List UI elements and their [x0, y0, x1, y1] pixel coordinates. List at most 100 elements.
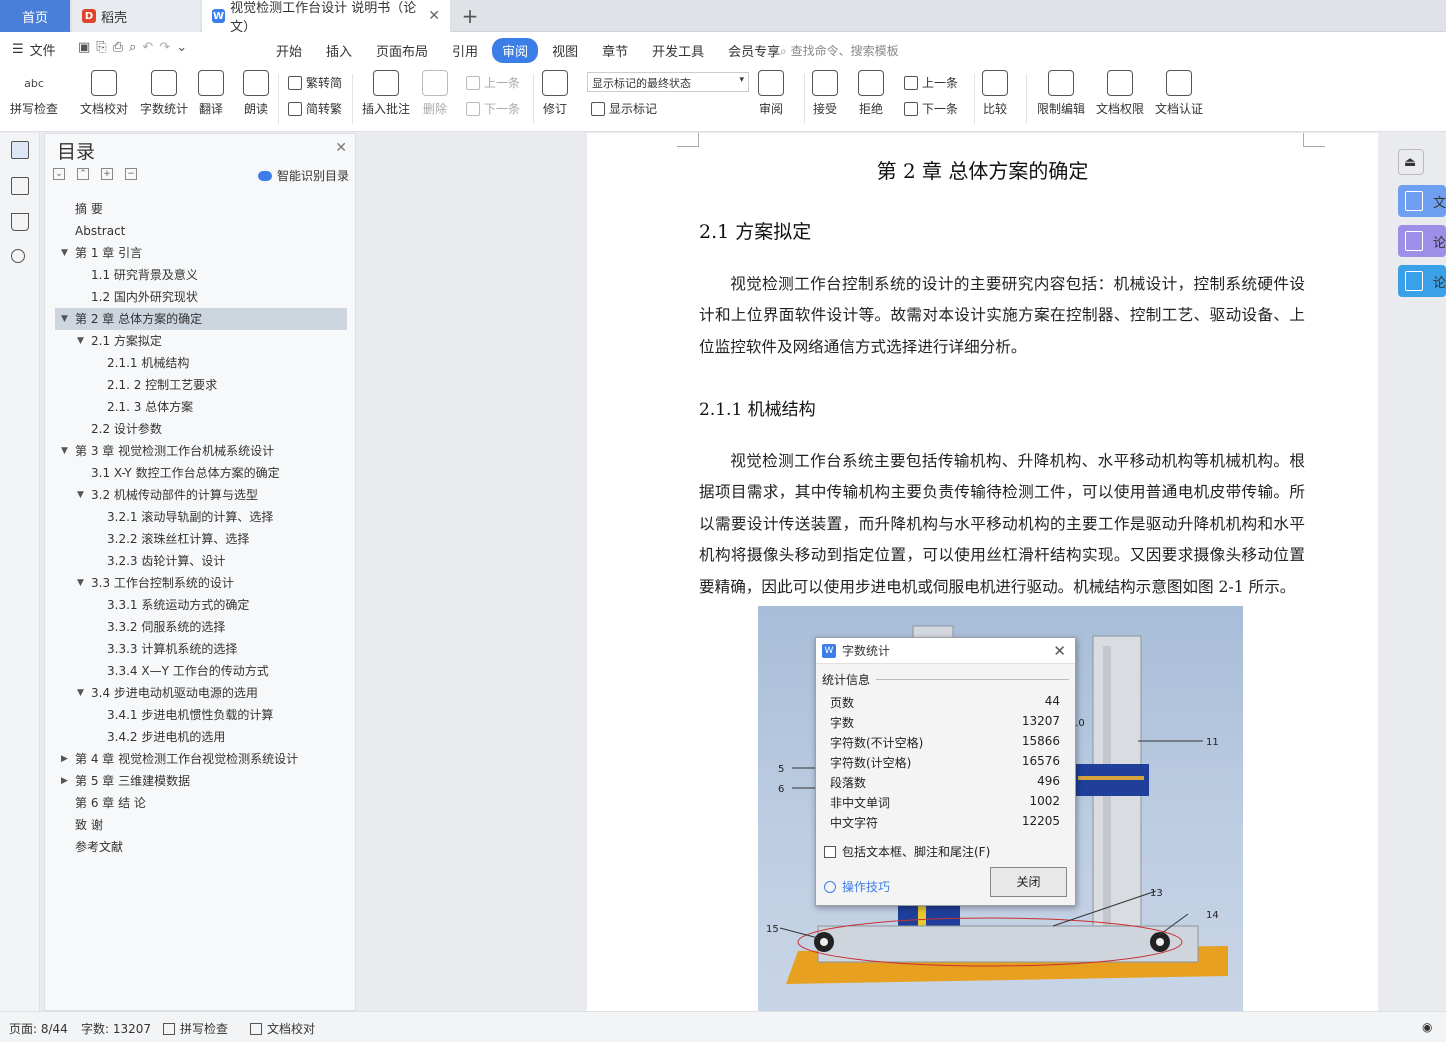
- trad-to-simp-button[interactable]: 繁转简: [288, 74, 342, 91]
- include-textbox-checkbox[interactable]: 包括文本框、脚注和尾注(F): [824, 843, 990, 860]
- chevron-down-icon[interactable]: ▼: [77, 682, 84, 704]
- review-pane-button[interactable]: 审阅: [758, 70, 784, 117]
- markup-state-select[interactable]: 显示标记的最终状态 ▾: [587, 72, 749, 92]
- chevron-down-icon[interactable]: ▼: [61, 440, 68, 462]
- toc-item[interactable]: ▼ 第 3 章 视觉检测工作台机械系统设计: [55, 440, 347, 462]
- toc-item[interactable]: 1.2 国内外研究现状: [55, 286, 347, 308]
- close-button[interactable]: 关闭: [990, 867, 1067, 897]
- toc-item[interactable]: ▼ 第 2 章 总体方案的确定: [55, 308, 347, 330]
- toc-item[interactable]: ▼ 3.2 机械传动部件的计算与选型: [55, 484, 347, 506]
- show-markup-button[interactable]: 显示标记: [591, 100, 657, 117]
- status-spell-check[interactable]: 拼写检查: [163, 1020, 228, 1037]
- word-count-button[interactable]: 字数统计: [140, 70, 188, 117]
- section-panel-icon[interactable]: [11, 177, 29, 195]
- read-aloud-button[interactable]: 朗读: [243, 70, 269, 117]
- chevron-right-icon[interactable]: ▶: [61, 748, 68, 770]
- smart-toc-button[interactable]: 智能识别目录: [257, 167, 349, 184]
- chevron-right-icon[interactable]: ▶: [61, 770, 68, 792]
- translate-button[interactable]: 翻译: [198, 70, 224, 117]
- side-tool-3[interactable]: 论: [1398, 265, 1446, 297]
- print-icon[interactable]: ⎙: [113, 40, 123, 55]
- prev-comment-button[interactable]: 上一条: [466, 74, 520, 91]
- simp-to-trad-button[interactable]: 简转繁: [288, 100, 342, 117]
- word-count-indicator[interactable]: 字数: 13207: [81, 1020, 151, 1037]
- toc-item[interactable]: ▼ 2.1 方案拟定: [55, 330, 347, 352]
- menu-tab-insert[interactable]: 插入: [316, 38, 362, 63]
- add-heading-icon[interactable]: +: [101, 168, 113, 180]
- toc-item[interactable]: 摘 要: [55, 198, 347, 220]
- preview-icon[interactable]: ⌕: [129, 40, 136, 55]
- toc-item[interactable]: 3.1 X-Y 数控工作台总体方案的确定: [55, 462, 347, 484]
- spell-check-button[interactable]: abc 拼写检查: [10, 70, 58, 117]
- toc-item[interactable]: ▶ 第 4 章 视觉检测工作台视觉检测系统设计: [55, 748, 347, 770]
- accept-button[interactable]: 接受: [812, 70, 838, 117]
- menu-tab-layout[interactable]: 页面布局: [366, 38, 438, 63]
- side-tool-1[interactable]: 文: [1398, 185, 1446, 217]
- command-search[interactable]: ⌕ 查找命令、搜索模板: [780, 42, 899, 59]
- toc-item[interactable]: 3.3.2 伺服系统的选择: [55, 616, 347, 638]
- toc-item[interactable]: 3.2.3 齿轮计算、设计: [55, 550, 347, 572]
- toc-item[interactable]: 致 谢: [55, 814, 347, 836]
- new-tab-button[interactable]: +: [456, 0, 484, 32]
- menu-tab-reference[interactable]: 引用: [442, 38, 488, 63]
- toc-item[interactable]: ▶ 第 5 章 三维建模数据: [55, 770, 347, 792]
- toc-item[interactable]: ▼ 第 1 章 引言: [55, 242, 347, 264]
- menu-tab-start[interactable]: 开始: [266, 38, 312, 63]
- collapse-all-icon[interactable]: ⌄: [53, 168, 65, 180]
- toc-item[interactable]: 3.4.1 步进电机惯性负载的计算: [55, 704, 347, 726]
- eye-icon[interactable]: ◉: [1422, 1020, 1432, 1034]
- toc-item[interactable]: 3.3.1 系统运动方式的确定: [55, 594, 347, 616]
- toc-item[interactable]: 3.2.2 滚珠丝杠计算、选择: [55, 528, 347, 550]
- menu-tab-review[interactable]: 审阅: [492, 38, 539, 63]
- toc-item[interactable]: 3.2.1 滚动导轨副的计算、选择: [55, 506, 347, 528]
- toc-item[interactable]: 2.1. 3 总体方案: [55, 396, 347, 418]
- chevron-down-icon[interactable]: ▼: [77, 330, 84, 352]
- toc-item[interactable]: 3.3.3 计算机系统的选择: [55, 638, 347, 660]
- insert-comment-button[interactable]: 插入批注: [362, 70, 410, 117]
- restrict-editing-button[interactable]: 限制编辑: [1037, 70, 1085, 117]
- chevron-down-icon[interactable]: ▼: [61, 242, 68, 264]
- delete-comment-button[interactable]: 删除: [422, 70, 448, 117]
- next-comment-button[interactable]: 下一条: [466, 100, 520, 117]
- toc-item[interactable]: 第 6 章 结 论: [55, 792, 347, 814]
- tab-home[interactable]: 首页: [0, 0, 70, 32]
- expand-all-icon[interactable]: ⌃: [77, 168, 89, 180]
- menu-tab-view[interactable]: 视图: [542, 38, 588, 63]
- bookmark-icon[interactable]: [11, 213, 29, 231]
- prev-change-button[interactable]: 上一条: [904, 74, 958, 91]
- toc-item[interactable]: ▼ 3.4 步进电动机驱动电源的选用: [55, 682, 347, 704]
- remove-heading-icon[interactable]: −: [125, 168, 137, 180]
- page-indicator[interactable]: 页面: 8/44: [9, 1020, 68, 1037]
- menu-tab-chapter[interactable]: 章节: [592, 38, 638, 63]
- tab-daoke[interactable]: D 稻壳: [72, 0, 200, 32]
- doc-rights-button[interactable]: 文档权限: [1096, 70, 1144, 117]
- reject-button[interactable]: 拒绝: [858, 70, 884, 117]
- toc-item[interactable]: 3.4.2 步进电机的选用: [55, 726, 347, 748]
- search-icon[interactable]: [11, 249, 25, 263]
- undo-icon[interactable]: ↶: [142, 40, 153, 55]
- close-icon[interactable]: ✕: [1053, 642, 1066, 660]
- save-icon[interactable]: ▣: [78, 40, 90, 55]
- export-icon[interactable]: ⎘: [96, 40, 106, 55]
- toc-item[interactable]: 3.3.4 X—Y 工作台的传动方式: [55, 660, 347, 682]
- doc-cert-button[interactable]: 文档认证: [1155, 70, 1203, 117]
- chevron-down-icon[interactable]: ▼: [77, 484, 84, 506]
- chevron-down-icon[interactable]: ▼: [77, 572, 84, 594]
- toc-panel-icon[interactable]: [11, 141, 29, 159]
- more-icon[interactable]: ⌄: [176, 40, 187, 55]
- tips-link[interactable]: 操作技巧: [824, 878, 890, 895]
- redo-icon[interactable]: ↷: [159, 40, 170, 55]
- menu-tab-developer[interactable]: 开发工具: [642, 38, 714, 63]
- compare-button[interactable]: 比较: [982, 70, 1008, 117]
- side-tool-2[interactable]: 论: [1398, 225, 1446, 257]
- chevron-down-icon[interactable]: ▼: [61, 308, 68, 330]
- toc-item[interactable]: 2.2 设计参数: [55, 418, 347, 440]
- toc-item[interactable]: ▼ 3.3 工作台控制系统的设计: [55, 572, 347, 594]
- file-menu-button[interactable]: ☰ 文件: [12, 40, 56, 59]
- toc-item[interactable]: 2.1. 2 控制工艺要求: [55, 374, 347, 396]
- next-change-button[interactable]: 下一条: [904, 100, 958, 117]
- toc-item[interactable]: Abstract: [55, 220, 347, 242]
- close-icon[interactable]: ✕: [428, 8, 440, 24]
- toc-item[interactable]: 1.1 研究背景及意义: [55, 264, 347, 286]
- track-changes-button[interactable]: 修订: [542, 70, 568, 117]
